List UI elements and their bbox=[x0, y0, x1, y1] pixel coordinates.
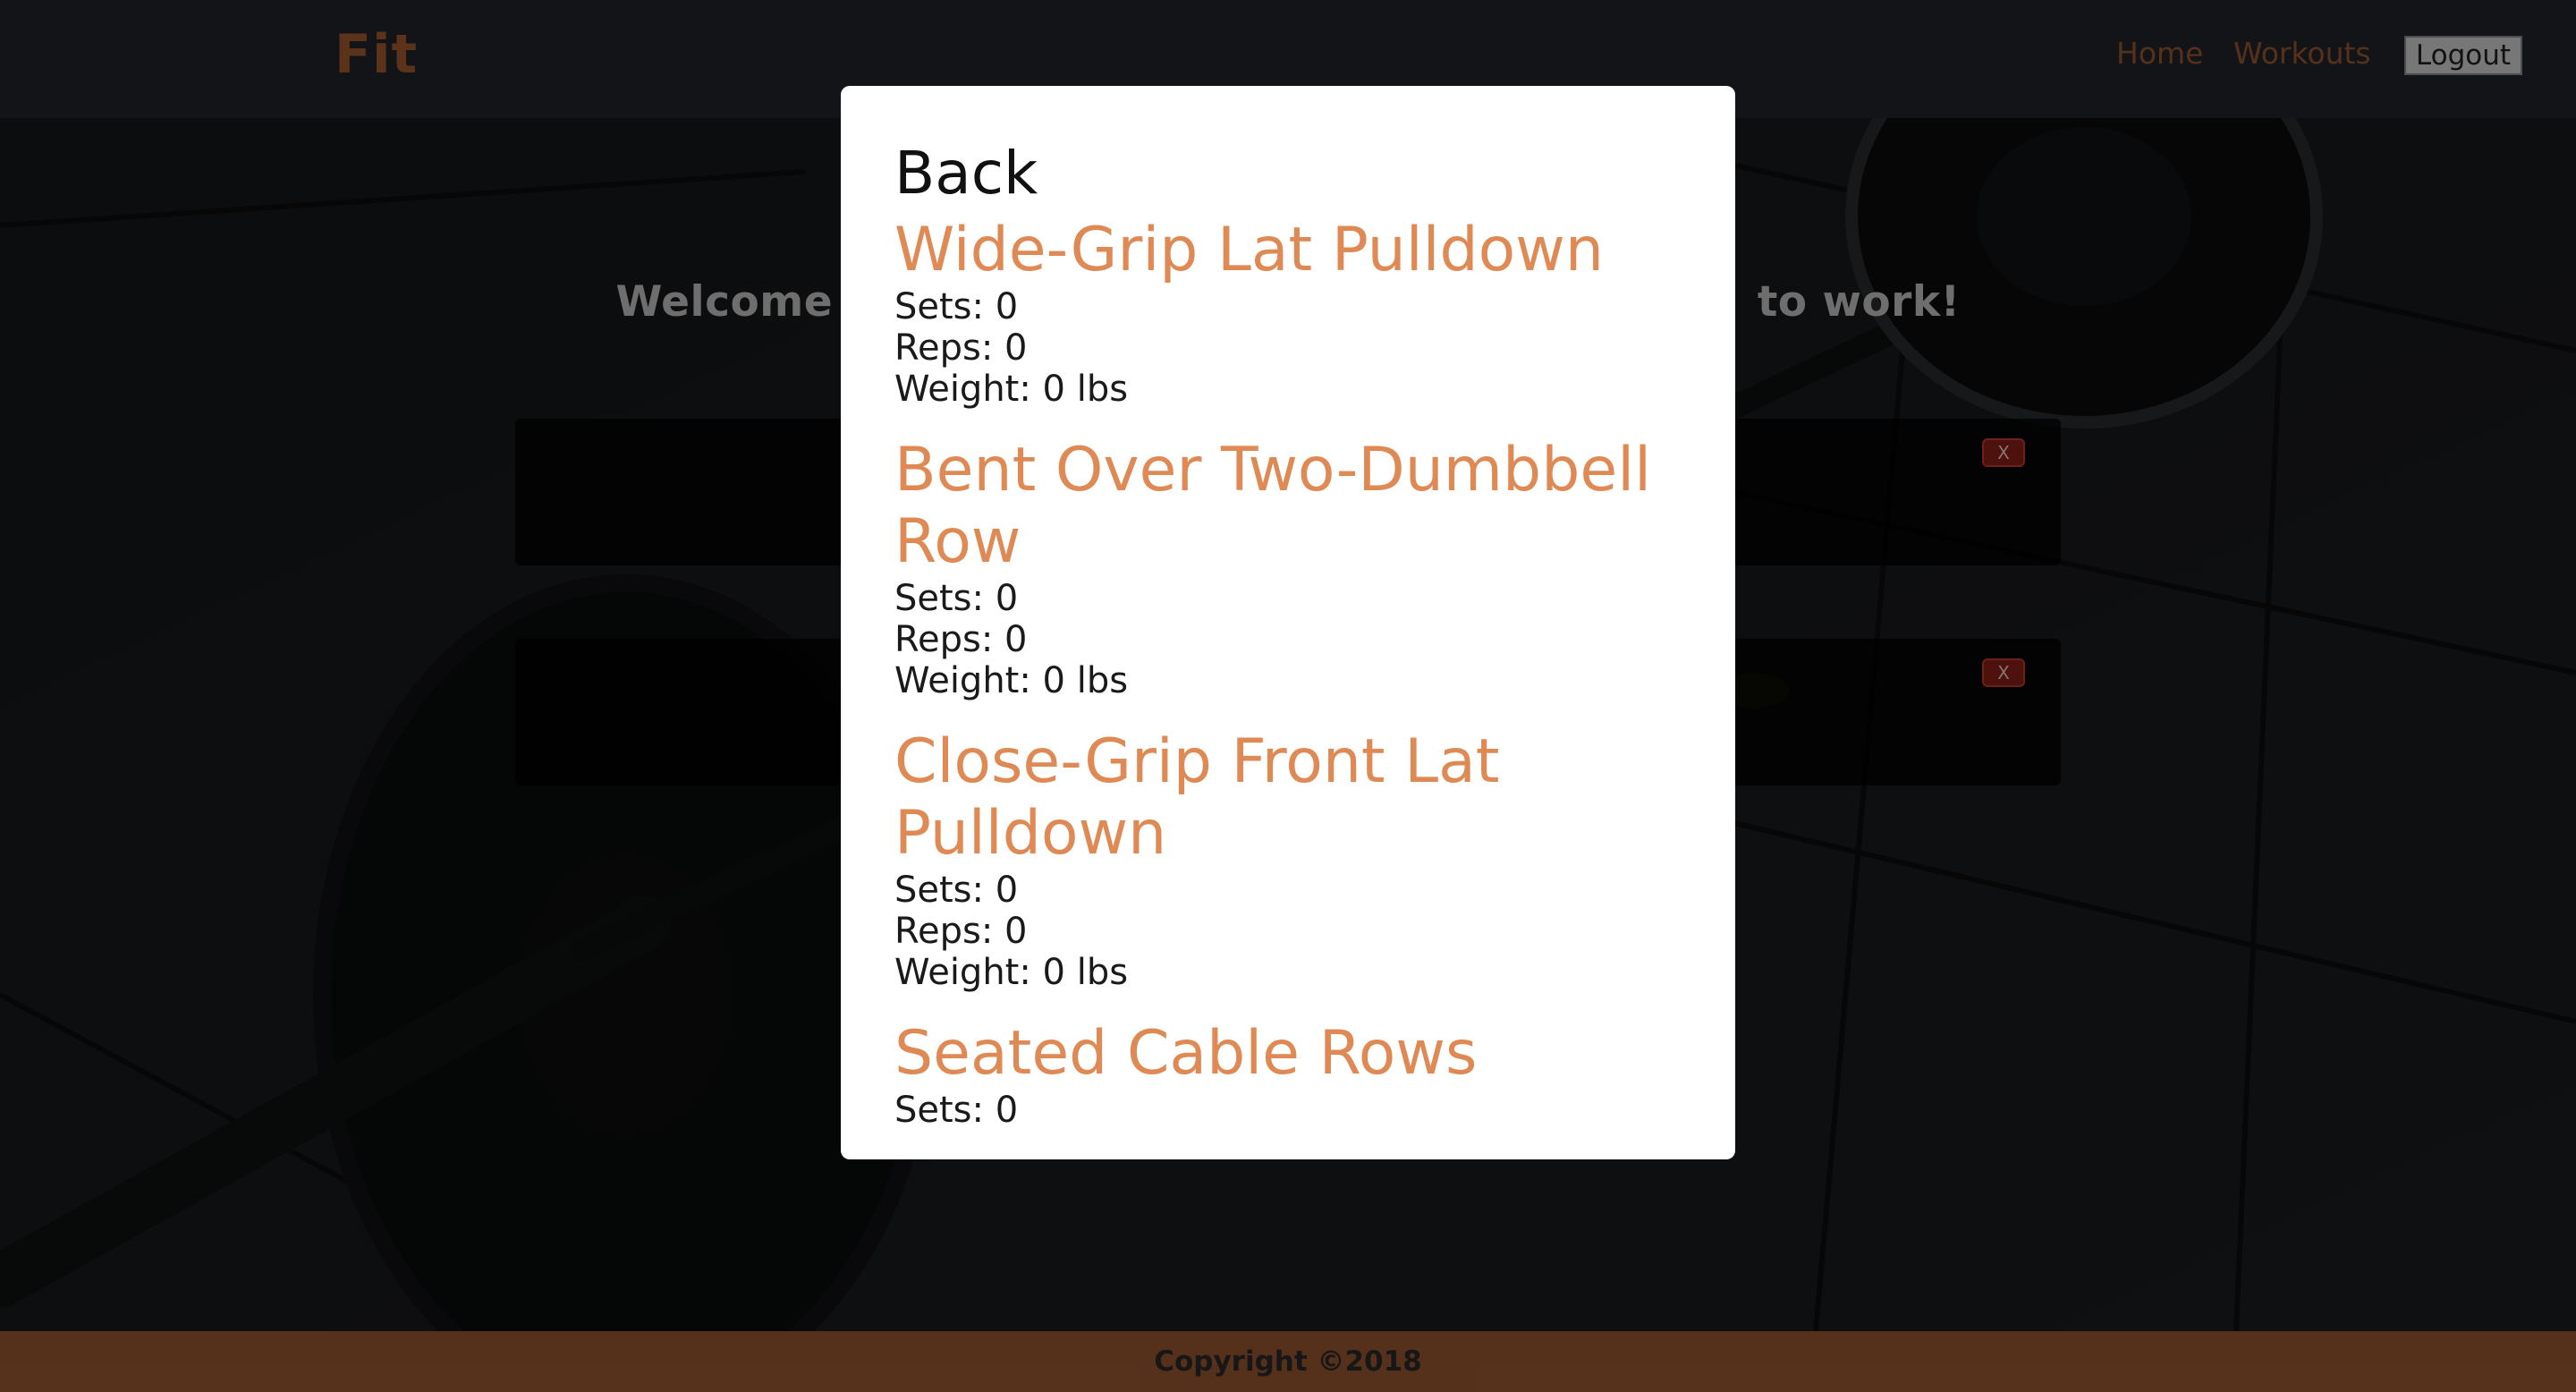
exercise-name: Bent Over Two-Dumbbell Row bbox=[894, 435, 1651, 577]
exercise-item: Wide-Grip Lat Pulldown Sets: 0 Reps: 0 W… bbox=[894, 215, 1682, 410]
exercise-weight: Weight: 0 lbs bbox=[894, 952, 1129, 993]
exercise-reps: Reps: 0 bbox=[894, 327, 1028, 369]
exercise-sets: Sets: 0 bbox=[894, 870, 1019, 911]
exercise-item: Seated Cable Rows Sets: 0 bbox=[894, 1018, 1682, 1131]
exercise-reps: Reps: 0 bbox=[894, 619, 1028, 660]
exercise-item: Bent Over Two-Dumbbell Row Sets: 0 Reps:… bbox=[894, 435, 1682, 701]
exercise-item: Close-Grip Front Lat Pulldown Sets: 0 Re… bbox=[894, 726, 1682, 993]
exercise-sets: Sets: 0 bbox=[894, 578, 1019, 619]
exercise-weight: Weight: 0 lbs bbox=[894, 660, 1129, 701]
exercise-sets: Sets: 0 bbox=[894, 1090, 1019, 1131]
back-button[interactable]: Back bbox=[894, 136, 1682, 211]
exercise-name: Close-Grip Front Lat Pulldown bbox=[894, 726, 1500, 869]
exercise-name: Wide-Grip Lat Pulldown bbox=[894, 215, 1604, 285]
exercise-name: Seated Cable Rows bbox=[894, 1018, 1478, 1089]
exercise-sets: Sets: 0 bbox=[894, 286, 1019, 327]
exercise-reps: Reps: 0 bbox=[894, 911, 1028, 952]
exercise-weight: Weight: 0 lbs bbox=[894, 369, 1129, 410]
workout-detail-modal: Back Wide-Grip Lat Pulldown Sets: 0 Reps… bbox=[841, 86, 1735, 1159]
